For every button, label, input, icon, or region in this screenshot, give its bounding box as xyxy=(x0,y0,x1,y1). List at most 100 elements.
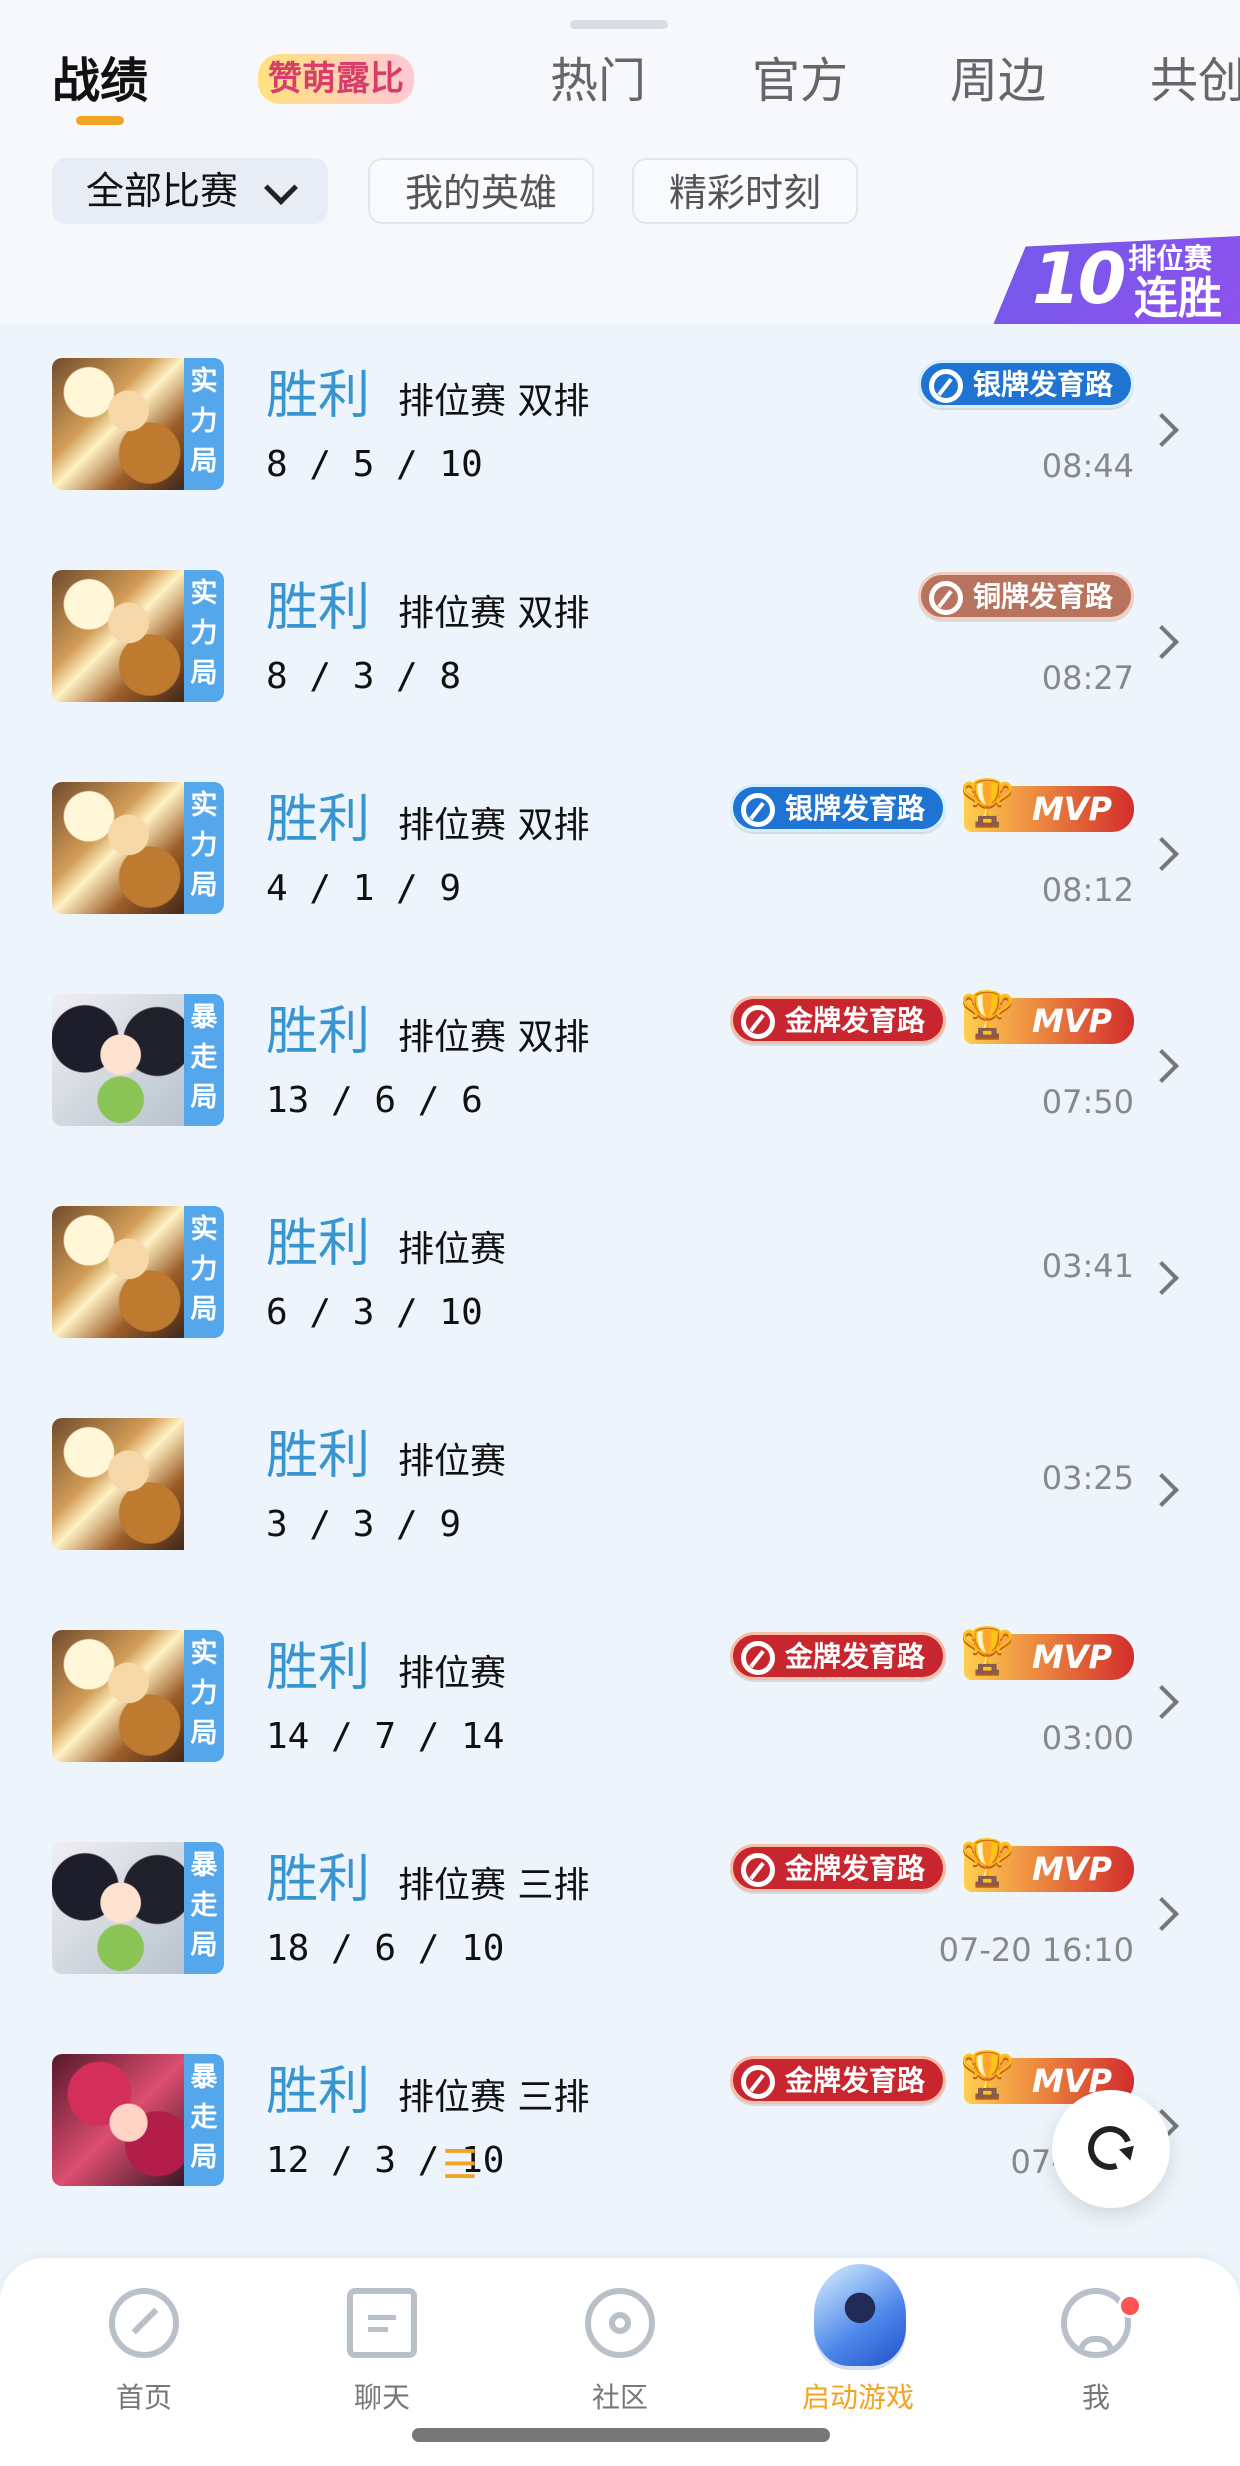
tab-records[interactable]: 战绩 xyxy=(52,46,148,116)
mode-character: 走 xyxy=(190,2102,218,2133)
lane-badge-icon xyxy=(741,2065,775,2099)
nav-chat-label: 聊天 xyxy=(353,2381,410,2414)
mode-character: 实 xyxy=(190,1638,218,1669)
mode-character: 实 xyxy=(190,1214,218,1245)
match-result: 胜利 xyxy=(266,790,371,850)
trophy-icon: 🏆 xyxy=(960,989,1015,1040)
mode-character: 局 xyxy=(190,1718,218,1749)
match-result: 胜利 xyxy=(266,1426,371,1486)
match-row[interactable]: 暴走局 胜利 排位赛 三排 12 / 3 / 10 ☰ 金牌发育路 🏆 MVP … xyxy=(0,2020,1240,2232)
kda-score: 8 / 5 / 10 xyxy=(266,444,483,485)
tab-cocreate[interactable]: 共创 xyxy=(1150,46,1240,116)
hero-avatar[interactable]: 实力局 xyxy=(52,782,224,914)
all-matches-filter[interactable]: 全部比赛 xyxy=(52,158,328,224)
match-row[interactable]: 实力局 胜利 排位赛 双排 8 / 3 / 8 铜牌发育路 08:27 xyxy=(0,536,1240,748)
match-row[interactable]: 暴走局 胜利 排位赛 三排 18 / 6 / 10 金牌发育路 🏆 MVP 07… xyxy=(0,1808,1240,2020)
lane-badge-label: 银牌发育路 xyxy=(973,368,1114,401)
match-type: 排位赛 三排 xyxy=(398,1865,590,1906)
mode-character: 局 xyxy=(190,446,218,477)
lane-badge-icon xyxy=(741,1641,775,1675)
trophy-icon: 🏆 xyxy=(960,777,1015,828)
match-row[interactable]: 实力局 胜利 排位赛 14 / 7 / 14 金牌发育路 🏆 MVP 03:00 xyxy=(0,1596,1240,1808)
lane-medal-badge: 银牌发育路 xyxy=(730,784,946,832)
streak-text: 连胜 xyxy=(1134,273,1222,324)
home-indicator[interactable] xyxy=(412,2428,830,2442)
match-row[interactable]: 实力局 胜利 排位赛 双排 4 / 1 / 9 银牌发育路 🏆 MVP 08:1… xyxy=(0,748,1240,960)
tab-promo[interactable]: 赞萌露比 xyxy=(258,54,414,104)
match-time: 07-20 16:10 xyxy=(938,1931,1134,1969)
match-row[interactable]: 暴走局 胜利 排位赛 双排 13 / 6 / 6 金牌发育路 🏆 MVP 07:… xyxy=(0,960,1240,1172)
chevron-right-icon xyxy=(1145,1685,1179,1719)
hero-portrait xyxy=(52,1630,184,1762)
lane-badge-icon xyxy=(741,1853,775,1887)
match-row[interactable]: 实力局 胜利 排位赛 双排 8 / 5 / 10 银牌发育路 08:44 xyxy=(0,324,1240,536)
hero-portrait xyxy=(52,358,184,490)
mode-character: 暴 xyxy=(190,1850,218,1881)
hero-avatar[interactable]: 实力局 xyxy=(52,570,224,702)
drag-handle[interactable] xyxy=(570,20,668,29)
match-time: 08:44 xyxy=(1041,447,1134,485)
hero-avatar[interactable]: 暴走局 xyxy=(52,2054,224,2186)
hero-portrait xyxy=(52,1842,184,1974)
mode-character: 实 xyxy=(190,366,218,397)
chat-icon xyxy=(347,2288,417,2358)
refresh-button[interactable] xyxy=(1052,2090,1170,2208)
lane-medal-badge: 铜牌发育路 xyxy=(918,572,1134,620)
streak-number: 10 xyxy=(1032,238,1126,320)
match-type: 排位赛 xyxy=(398,1441,507,1482)
tab-official[interactable]: 官方 xyxy=(752,46,848,116)
trophy-icon: 🏆 xyxy=(960,1625,1015,1676)
hero-avatar[interactable]: 实力局 xyxy=(52,1206,224,1338)
refresh-icon xyxy=(1080,2118,1140,2178)
chevron-right-icon xyxy=(1145,625,1179,659)
hero-avatar[interactable] xyxy=(52,1418,224,1550)
mode-character: 局 xyxy=(190,1930,218,1961)
hero-avatar[interactable]: 实力局 xyxy=(52,1630,224,1762)
hero-portrait xyxy=(52,2054,184,2186)
lane-badge-icon xyxy=(929,581,963,615)
match-time: 07:50 xyxy=(1041,1083,1134,1121)
match-type: 排位赛 双排 xyxy=(398,1017,590,1058)
lane-badge-label: 金牌发育路 xyxy=(785,2064,926,2097)
trophy-icon: 🏆 xyxy=(960,2049,1015,2100)
nav-chat[interactable]: 聊天 xyxy=(302,2288,462,2428)
match-type: 排位赛 三排 xyxy=(398,2077,590,2118)
compass-icon xyxy=(109,2288,179,2358)
highlights-filter[interactable]: 精彩时刻 xyxy=(632,158,858,224)
kda-score: 8 / 3 / 8 xyxy=(266,656,462,697)
mode-character: 力 xyxy=(190,830,218,861)
tab-merch[interactable]: 周边 xyxy=(950,46,1046,116)
match-result: 胜利 xyxy=(266,1214,371,1274)
nav-launch-game-label: 启动游戏 xyxy=(801,2381,914,2414)
top-header: 战绩 赞萌露比 热门 官方 周边 共创 全部比赛 我的英雄 精彩时刻 10 排位… xyxy=(0,0,1240,324)
kda-score: 3 / 3 / 9 xyxy=(266,1504,462,1545)
lane-badge-label: 铜牌发育路 xyxy=(973,580,1114,613)
match-time: 03:41 xyxy=(1041,1247,1134,1285)
kda-score: 14 / 7 / 14 xyxy=(266,1716,505,1757)
nav-community[interactable]: 社区 xyxy=(540,2288,700,2428)
match-row[interactable]: 胜利 排位赛 3 / 3 / 9 03:25 xyxy=(0,1384,1240,1596)
chevron-right-icon xyxy=(1145,1261,1179,1295)
mode-character: 局 xyxy=(190,658,218,689)
nav-launch-game[interactable]: 启动游戏 xyxy=(778,2264,938,2428)
kda-score: 13 / 6 / 6 xyxy=(266,1080,483,1121)
hero-avatar[interactable]: 暴走局 xyxy=(52,994,224,1126)
game-icon xyxy=(814,2264,906,2366)
match-type: 排位赛 双排 xyxy=(398,381,590,422)
match-result: 胜利 xyxy=(266,1850,371,1910)
hero-portrait xyxy=(52,1418,184,1550)
nav-home-label: 首页 xyxy=(115,2381,172,2414)
nav-profile[interactable]: 我 xyxy=(1016,2288,1176,2428)
match-result: 胜利 xyxy=(266,1638,371,1698)
match-row[interactable]: 实力局 胜利 排位赛 6 / 3 / 10 03:41 xyxy=(0,1172,1240,1384)
chevron-down-icon xyxy=(264,171,298,205)
chevron-right-icon xyxy=(1145,1897,1179,1931)
lane-badge-label: 金牌发育路 xyxy=(785,1004,926,1037)
nav-home[interactable]: 首页 xyxy=(64,2288,224,2428)
hero-avatar[interactable]: 暴走局 xyxy=(52,1842,224,1974)
tab-hot[interactable]: 热门 xyxy=(550,46,646,116)
my-heroes-filter[interactable]: 我的英雄 xyxy=(368,158,594,224)
chevron-right-icon xyxy=(1145,413,1179,447)
hero-avatar[interactable]: 实力局 xyxy=(52,358,224,490)
match-mode-tag: 实力局 xyxy=(184,358,224,490)
